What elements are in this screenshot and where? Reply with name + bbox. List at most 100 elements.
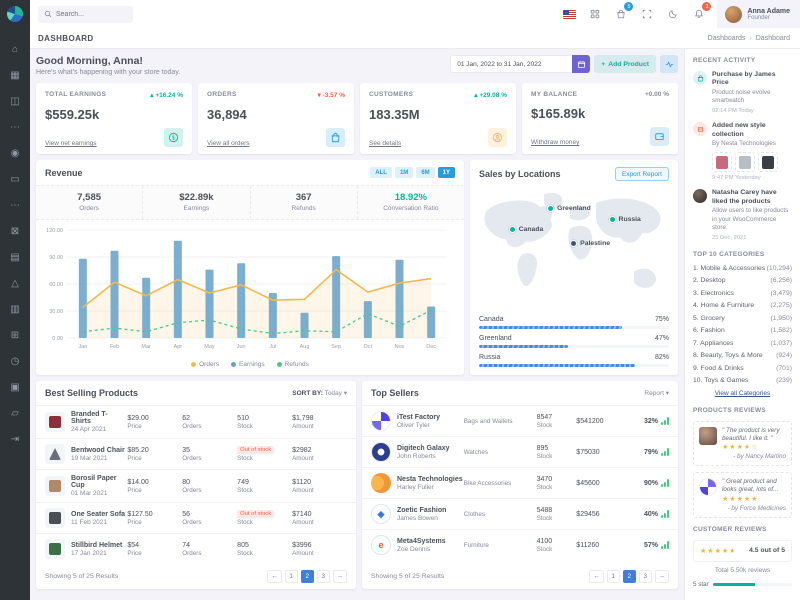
- prev-page-button[interactable]: ←: [589, 570, 603, 583]
- orders-label: Orders: [36, 205, 142, 212]
- activity-item[interactable]: Natasha Carey have liked the products Al…: [693, 189, 792, 240]
- table-row[interactable]: Bentwood Chair19 Mar 2021 $85.20Price 35…: [36, 438, 356, 469]
- next-page-button[interactable]: →: [333, 570, 347, 583]
- category-row[interactable]: 2. Desktop(6,256): [693, 277, 792, 284]
- sidebar-item-advance-ui[interactable]: △: [0, 270, 30, 296]
- svg-text:Dec: Dec: [426, 344, 436, 350]
- export-report-button[interactable]: Export Report: [615, 167, 669, 181]
- category-row[interactable]: 6. Fashion(1,582): [693, 327, 792, 334]
- sidebar-item-widgets[interactable]: ⊠: [0, 218, 30, 244]
- table-row[interactable]: eMeta4SystemsZoe Dennis Furniture 4100St…: [362, 529, 678, 560]
- natasha-avatar: [693, 189, 707, 203]
- svg-text:120.00: 120.00: [46, 228, 63, 234]
- category-row[interactable]: 7. Appliances(1,037): [693, 340, 792, 347]
- tab-all[interactable]: ALL: [370, 167, 392, 178]
- sidebar-item-pages[interactable]: ▭: [0, 166, 30, 192]
- product-review-card[interactable]: " Great product and looks great, lots of…: [693, 472, 792, 517]
- product-review-card[interactable]: " The product is very beautiful. I like …: [693, 421, 792, 466]
- table-row[interactable]: Nesta TechnologiesHarley Fuller Bike Acc…: [362, 467, 678, 498]
- tab-6m[interactable]: 6M: [416, 167, 434, 178]
- table-row[interactable]: ◆Zoetic FashionJames Bowen Clothes 5488S…: [362, 498, 678, 529]
- category-row[interactable]: 3. Electronics(3,479): [693, 290, 792, 297]
- category-row[interactable]: 9. Food & Drinks(701): [693, 365, 792, 372]
- page-button-3[interactable]: 3: [317, 570, 330, 583]
- breadcrumb-item[interactable]: Dashboards: [708, 35, 746, 42]
- category-row[interactable]: 4. Home & Furniture(2,275): [693, 302, 792, 309]
- main-content: Good Morning, Anna! Here's what's happen…: [30, 49, 684, 600]
- sidebar-item-maps[interactable]: ▱: [0, 400, 30, 426]
- sidebar-item-menu-dots-2[interactable]: ⋯: [0, 192, 30, 218]
- search-input[interactable]: [56, 11, 126, 18]
- sidebar-item-base-ui[interactable]: ▤: [0, 244, 30, 270]
- sort-by-dropdown[interactable]: SORT BY: Today ▾: [292, 389, 347, 397]
- activity-item[interactable]: Added new style collection By Nesta Tech…: [693, 122, 792, 181]
- page-button-3[interactable]: 3: [639, 570, 652, 583]
- table-row[interactable]: Digitech GalaxyJohn Roberts Watches 895S…: [362, 436, 678, 467]
- dark-mode-button[interactable]: [665, 6, 681, 22]
- table-row[interactable]: Branded T-Shirts24 Apr 2021 $29.00Price …: [36, 405, 356, 438]
- refunds-legend-dot: [277, 362, 282, 367]
- category-row[interactable]: 1. Mobile & Accessories(10,294): [693, 265, 792, 272]
- sidebar-item-layouts[interactable]: ◫: [0, 88, 30, 114]
- right-panel: RECENT ACTIVITY Purchase by James Price …: [684, 49, 800, 600]
- view-net-earnings-link[interactable]: View net earnings: [45, 140, 97, 147]
- tab-1y[interactable]: 1Y: [438, 167, 455, 178]
- see-details-link[interactable]: See details: [369, 140, 401, 147]
- table-row[interactable]: iTest FactoryOliver Tyler Bags and Walle…: [362, 405, 678, 436]
- prev-page-button[interactable]: ←: [267, 570, 281, 583]
- search-box[interactable]: [38, 6, 133, 23]
- sidebar-item-icons[interactable]: ▣: [0, 374, 30, 400]
- sidebar-item-charts[interactable]: ◷: [0, 348, 30, 374]
- sidebar-item-forms[interactable]: ▥: [0, 296, 30, 322]
- sidebar-item-menu-dots[interactable]: ⋯: [0, 114, 30, 140]
- page-button-2[interactable]: 2: [301, 570, 314, 583]
- user-menu[interactable]: Anna Adame Founder: [717, 0, 800, 28]
- product-thumb[interactable]: [735, 152, 755, 172]
- sidebar-item-apps[interactable]: ▦: [0, 62, 30, 88]
- product-thumb[interactable]: [712, 152, 732, 172]
- sidebar-item-dashboards[interactable]: ⌂: [0, 36, 30, 62]
- bell-icon: [694, 9, 704, 19]
- location-progress-list: Canada75% Greenland47% Russia82%: [470, 306, 678, 375]
- table-row[interactable]: One Seater Sofa11 Feb 2021 $127.50Price …: [36, 502, 356, 533]
- product-thumb[interactable]: [758, 152, 778, 172]
- table-row[interactable]: Borosil Paper Cup01 Mar 2021 $14.00Price…: [36, 469, 356, 502]
- withdraw-money-link[interactable]: Withdraw money: [531, 139, 579, 146]
- add-product-button[interactable]: +Add Product: [594, 55, 656, 73]
- sidebar-item-multi-level[interactable]: ⇥: [0, 426, 30, 452]
- category-row[interactable]: 10. Toys & Games(239): [693, 377, 792, 384]
- date-range-input[interactable]: [450, 55, 572, 73]
- map-marker-canada[interactable]: Canada: [509, 226, 544, 233]
- table-row[interactable]: Stillbird Helmet17 Jan 2021 $54Price 74O…: [36, 533, 356, 564]
- page-button-1[interactable]: 1: [607, 570, 620, 583]
- view-all-categories-link[interactable]: View all Categories: [693, 390, 792, 397]
- map-marker-greenland[interactable]: Greenland: [547, 205, 591, 212]
- map-marker-palestine[interactable]: Palestine: [570, 240, 610, 247]
- fullscreen-button[interactable]: [639, 6, 655, 22]
- page-button-1[interactable]: 1: [285, 570, 298, 583]
- calendar-icon: [577, 60, 586, 69]
- star-row-label: 5 star: [693, 581, 709, 588]
- apps-grid-button[interactable]: [587, 6, 603, 22]
- orders-count: 7,585: [36, 192, 142, 203]
- activity-item[interactable]: Purchase by James Price Product noise ev…: [693, 71, 792, 114]
- map-marker-russia[interactable]: Russia: [609, 216, 641, 223]
- cart-button[interactable]: 5: [613, 6, 629, 22]
- marker-label: Greenland: [557, 205, 591, 212]
- report-dropdown[interactable]: Report ▾: [644, 389, 669, 397]
- date-range-picker[interactable]: [450, 55, 590, 73]
- notifications-button[interactable]: 3: [691, 6, 707, 22]
- tab-1m[interactable]: 1M: [395, 167, 413, 178]
- view-all-orders-link[interactable]: View all orders: [207, 140, 250, 147]
- sidebar-item-tables[interactable]: ⊞: [0, 322, 30, 348]
- activity-chart-button[interactable]: [660, 55, 678, 73]
- activity-title: Purchase by James Price: [712, 71, 792, 88]
- app-logo-icon[interactable]: [7, 6, 23, 22]
- sidebar-item-authentication[interactable]: ◉: [0, 140, 30, 166]
- page-button-2[interactable]: 2: [623, 570, 636, 583]
- language-flag-icon[interactable]: [561, 6, 577, 22]
- category-row[interactable]: 5. Grocery(1,950): [693, 315, 792, 322]
- category-row[interactable]: 8. Beauty, Toys & More(924): [693, 352, 792, 359]
- next-page-button[interactable]: →: [655, 570, 669, 583]
- calendar-button[interactable]: [572, 55, 590, 73]
